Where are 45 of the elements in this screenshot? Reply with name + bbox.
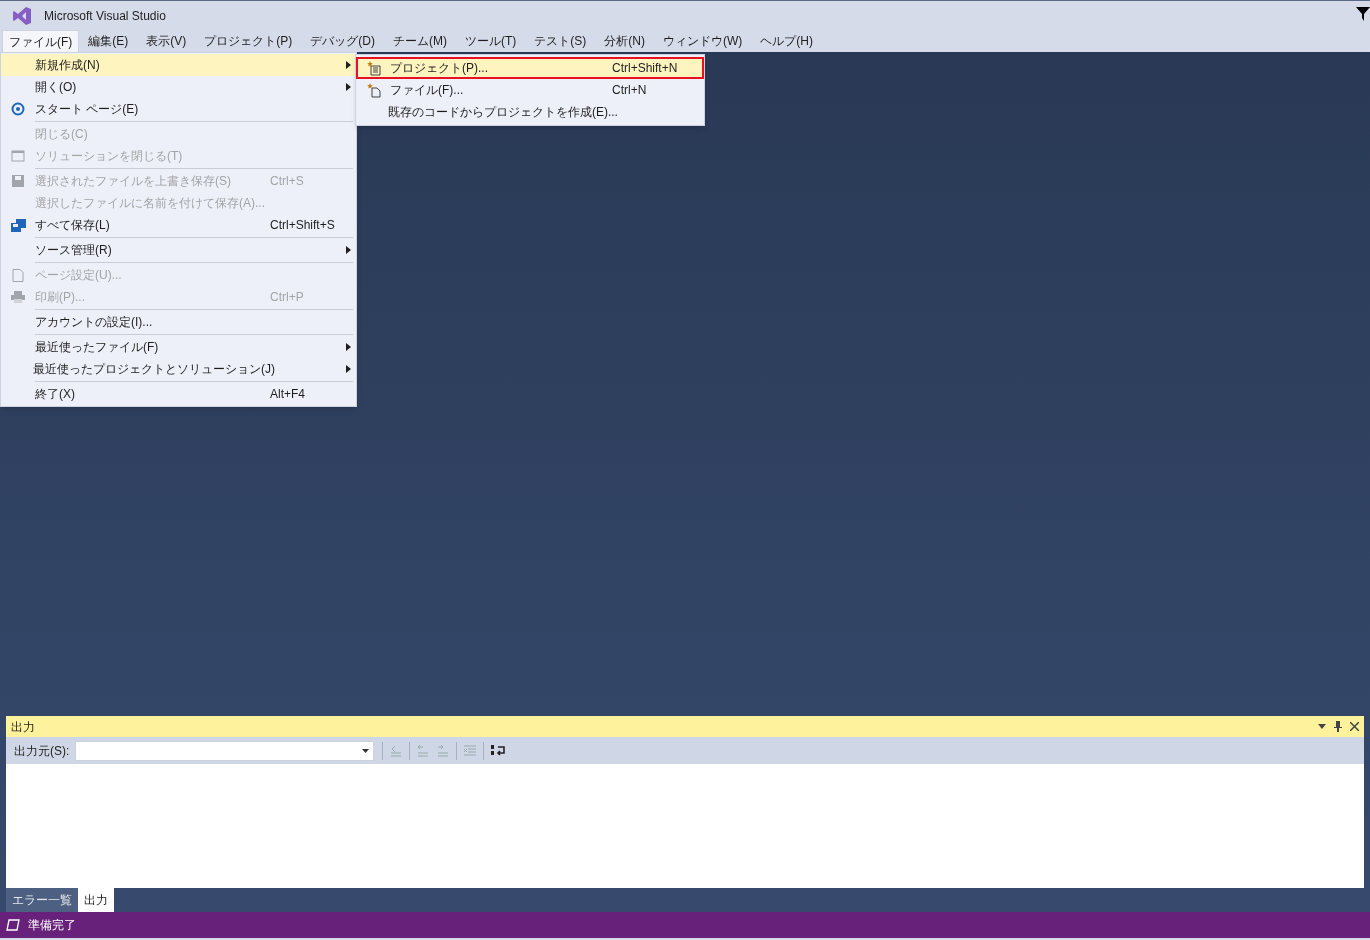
status-text: 準備完了: [28, 917, 76, 934]
menu-entry[interactable]: アカウントの設定(I)...: [1, 311, 356, 333]
panel-tab[interactable]: エラー一覧: [6, 888, 78, 912]
new-project-icon: [366, 60, 382, 76]
menu-item[interactable]: ウィンドウ(W): [654, 30, 752, 52]
menu-entry[interactable]: 最近使ったファイル(F): [1, 336, 356, 358]
app-logo-icon: [12, 5, 32, 26]
start-page-icon: [11, 102, 25, 116]
menu-entry[interactable]: すべて保存(L) Ctrl+Shift+S: [1, 214, 356, 236]
funnel-icon[interactable]: [1356, 7, 1370, 21]
window-icon: [11, 150, 25, 162]
menu-item[interactable]: 表示(V): [137, 30, 196, 52]
save-all-icon: [10, 218, 26, 232]
menu-item[interactable]: 編集(E): [79, 30, 138, 52]
dropdown-arrow-icon[interactable]: [1318, 724, 1326, 729]
pin-icon[interactable]: [1334, 721, 1342, 732]
menu-entry[interactable]: 新規作成(N): [1, 54, 356, 76]
menu-item[interactable]: テスト(S): [525, 30, 596, 52]
menu-entry[interactable]: ファイル(F)... Ctrl+N: [356, 79, 704, 101]
close-icon[interactable]: [1350, 722, 1359, 731]
printer-icon: [11, 291, 25, 303]
menu-item[interactable]: ツール(T): [456, 30, 526, 52]
menu-item[interactable]: ヘルプ(H): [751, 30, 822, 52]
menu-item[interactable]: 分析(N): [595, 30, 654, 52]
dropdown-arrow-icon: [362, 748, 370, 753]
menu-entry[interactable]: 開く(O): [1, 76, 356, 98]
menu-item[interactable]: デバッグ(D): [301, 30, 384, 52]
source-label: 出力元(S):: [14, 742, 70, 760]
new-file-icon: [366, 82, 382, 98]
panel-tab[interactable]: 出力: [78, 888, 114, 912]
panel-title: 出力: [11, 718, 35, 736]
menu-entry[interactable]: プロジェクト(P)... Ctrl+Shift+N: [356, 57, 704, 79]
window-title: Microsoft Visual Studio: [44, 7, 166, 25]
menu-entry[interactable]: 最近使ったプロジェクトとソリューション(J): [1, 358, 356, 380]
status-icon: [6, 919, 20, 931]
menu-entry[interactable]: 既存のコードからプロジェクトを作成(E)...: [356, 101, 704, 123]
save-icon: [12, 175, 24, 187]
word-wrap-icon[interactable]: [490, 743, 507, 758]
menu-item[interactable]: チーム(M): [384, 30, 456, 52]
menu-item[interactable]: ファイル(F): [2, 30, 80, 52]
menu-entry[interactable]: ソース管理(R): [1, 239, 356, 261]
menu-item[interactable]: プロジェクト(P): [195, 30, 302, 52]
page-icon: [12, 268, 24, 282]
menu-entry[interactable]: スタート ページ(E): [1, 98, 356, 120]
menu-entry[interactable]: 終了(X) Alt+F4: [1, 383, 356, 405]
